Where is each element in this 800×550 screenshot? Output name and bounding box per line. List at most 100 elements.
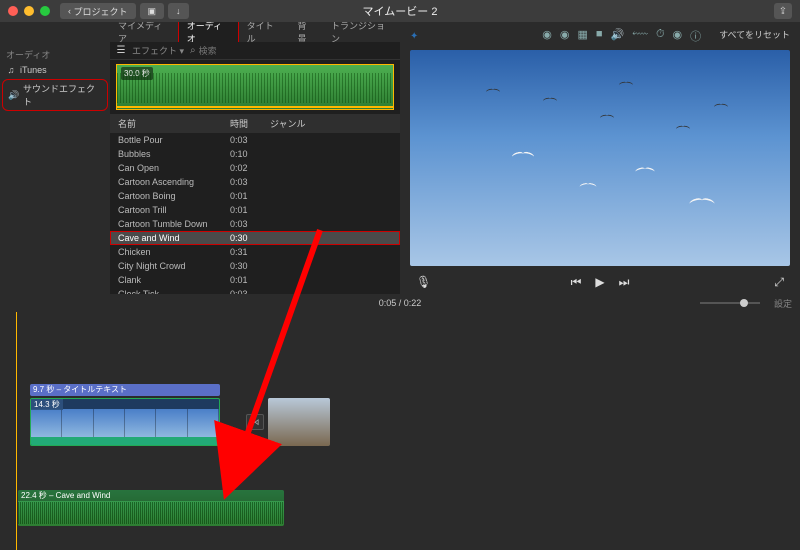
table-row[interactable]: City Night Crowd0:30 [110, 259, 400, 273]
video-preview[interactable] [410, 50, 790, 266]
table-row[interactable]: Bubbles0:10 [110, 147, 400, 161]
titlebar: ‹ プロジェクト ▣ ↓ マイムービー 2 ⇪ [0, 0, 800, 22]
sidebar-item-itunes[interactable]: ♫ iTunes [0, 63, 110, 77]
browser-tabs: マイメディア オーディオ タイトル 背景 トランジション [0, 22, 400, 42]
search-icon: ⌕ [190, 45, 196, 56]
audio-preview-waveform[interactable]: 30.0 秒 [116, 64, 394, 110]
cell-genre [270, 191, 400, 201]
cell-time: 0:30 [230, 261, 270, 271]
cell-time: 0:03 [230, 135, 270, 145]
col-header-name[interactable]: 名前 [110, 117, 230, 130]
table-row[interactable]: Cartoon Ascending0:03 [110, 175, 400, 189]
share-icon: ⇪ [779, 6, 787, 17]
cell-time: 0:31 [230, 247, 270, 257]
cell-time: 0:01 [230, 205, 270, 215]
cell-genre [270, 149, 400, 159]
sidebar-heading: オーディオ [0, 46, 110, 63]
cell-name: Cartoon Ascending [110, 177, 230, 187]
cell-time: 0:01 [230, 191, 270, 201]
table-row[interactable]: Chicken0:31 [110, 245, 400, 259]
table-row[interactable]: Bottle Pour0:03 [110, 133, 400, 147]
crop-icon[interactable]: ▦ [578, 28, 588, 44]
reset-button[interactable]: すべてをリセット [719, 28, 790, 44]
cell-time: 0:03 [230, 219, 270, 229]
prev-button[interactable]: ⏮ [571, 275, 582, 290]
sidebar-item-label: サウンドエフェクト [23, 82, 101, 108]
cell-genre [270, 177, 400, 187]
table-row[interactable]: Cartoon Boing0:01 [110, 189, 400, 203]
cell-genre [270, 135, 400, 145]
search-input[interactable] [199, 46, 394, 56]
zoom-slider[interactable] [700, 302, 760, 304]
timecode-display: 0:05 / 0:22 [379, 298, 422, 308]
cell-time: 0:02 [230, 163, 270, 173]
mic-icon[interactable]: 🎙 [416, 275, 431, 289]
clip-duration-label: 14.3 秒 [31, 399, 63, 410]
fullscreen-button[interactable]: ⤢ [774, 275, 784, 290]
effects-dropdown[interactable]: エフェクト ▾ [132, 44, 184, 57]
cell-name: Bubbles [110, 149, 230, 159]
stabilize-icon[interactable]: ■ [596, 28, 603, 44]
cell-genre [270, 261, 400, 271]
audio-list: Bottle Pour0:03Bubbles0:10Can Open0:02Ca… [110, 133, 400, 294]
music-icon: ♫ [6, 65, 16, 75]
cell-genre [270, 219, 400, 229]
color-correct-icon[interactable]: ◉ [560, 28, 570, 44]
playback-controls: 🎙 ⏮ ▶ ⏭ ⤢ [410, 270, 790, 294]
magic-wand-icon[interactable]: ✦ [410, 31, 418, 42]
list-icon[interactable]: ☰ [116, 45, 126, 56]
table-row[interactable]: Cave and Wind0:30 [110, 231, 400, 245]
col-header-time[interactable]: 時間 [230, 117, 270, 130]
timeline-toolbar: 0:05 / 0:22 設定 [0, 294, 800, 312]
volume-icon[interactable]: 🔊 [611, 28, 625, 44]
back-to-projects-button[interactable]: ‹ プロジェクト [60, 3, 136, 19]
speed-icon[interactable]: ⏱ [656, 28, 665, 44]
video-clip-2[interactable] [268, 398, 330, 446]
close-icon[interactable] [8, 6, 18, 16]
info-icon[interactable]: ⓘ [690, 28, 701, 44]
playhead[interactable] [16, 312, 17, 550]
col-header-genre[interactable]: ジャンル [270, 117, 400, 130]
sidebar-item-sound-effects[interactable]: 🔊 サウンドエフェクト [2, 79, 108, 111]
audio-clip[interactable]: 22.4 秒 – Cave and Wind [18, 490, 284, 526]
import-button[interactable]: ↓ [168, 3, 189, 19]
timeline[interactable]: 9.7 秒 – タイトルテキスト 14.3 秒 ⋈ 22.4 秒 – Cave … [0, 312, 800, 550]
title-clip[interactable]: 9.7 秒 – タイトルテキスト [30, 384, 220, 396]
cell-time: 0:03 [230, 177, 270, 187]
zoom-icon[interactable] [40, 6, 50, 16]
viewer-toolbar: ✦ ◉ ◉ ▦ ■ 🔊 ⬳ ⏱ ◉ ⓘ すべてをリセット [410, 26, 790, 46]
window-controls [8, 6, 50, 16]
view-mode-button[interactable]: ▣ [140, 3, 165, 19]
transition-icon[interactable]: ⋈ [246, 414, 264, 430]
cell-name: Cartoon Trill [110, 205, 230, 215]
eq-icon[interactable]: ⬳ [632, 28, 648, 44]
filter-icon[interactable]: ◉ [673, 28, 683, 44]
table-row[interactable]: Can Open0:02 [110, 161, 400, 175]
audio-clip-label: 22.4 秒 – Cave and Wind [18, 490, 284, 501]
color-balance-icon[interactable]: ◉ [542, 28, 552, 44]
table-row[interactable]: Cartoon Tumble Down0:03 [110, 217, 400, 231]
timeline-settings-button[interactable]: 設定 [774, 297, 792, 310]
cell-time: 0:30 [230, 233, 270, 243]
cell-name: Cave and Wind [110, 233, 230, 243]
cell-name: Chicken [110, 247, 230, 257]
video-clip-1[interactable]: 14.3 秒 [30, 398, 220, 446]
filter-bar: ☰ エフェクト ▾ ⌕ [110, 42, 400, 60]
next-button[interactable]: ⏭ [619, 275, 630, 290]
cell-genre [270, 233, 400, 243]
table-row[interactable]: Clank0:01 [110, 273, 400, 287]
cell-name: Cartoon Tumble Down [110, 219, 230, 229]
cell-name: Clank [110, 275, 230, 285]
cell-genre [270, 247, 400, 257]
play-button[interactable]: ▶ [595, 275, 604, 289]
cell-genre [270, 205, 400, 215]
share-button[interactable]: ⇪ [774, 3, 792, 19]
minimize-icon[interactable] [24, 6, 34, 16]
table-row[interactable]: Clock Tick0:03 [110, 287, 400, 294]
media-browser: マイメディア オーディオ タイトル 背景 トランジション オーディオ ♫ iTu… [0, 22, 400, 294]
list-header-row: 名前 時間 ジャンル [110, 114, 400, 133]
table-row[interactable]: Cartoon Trill0:01 [110, 203, 400, 217]
cell-time: 0:01 [230, 275, 270, 285]
search-field[interactable]: ⌕ [190, 45, 394, 56]
cell-genre [270, 163, 400, 173]
